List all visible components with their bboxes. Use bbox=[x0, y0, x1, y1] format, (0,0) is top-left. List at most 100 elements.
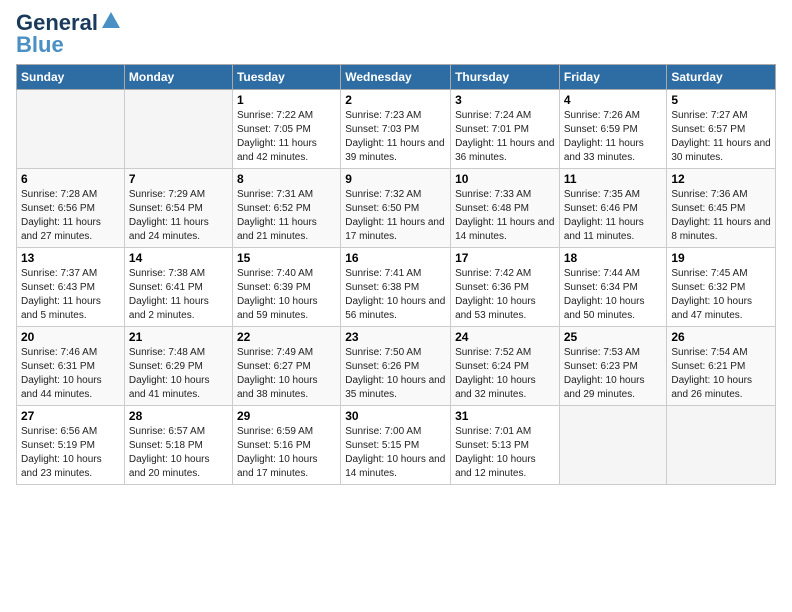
calendar-cell: 25Sunrise: 7:53 AMSunset: 6:23 PMDayligh… bbox=[559, 327, 667, 406]
day-info: Sunrise: 7:45 AMSunset: 6:32 PMDaylight:… bbox=[671, 267, 771, 323]
header: General Blue bbox=[16, 10, 776, 58]
day-number: 25 bbox=[564, 330, 663, 344]
day-info: Sunrise: 7:38 AMSunset: 6:41 PMDaylight:… bbox=[129, 267, 228, 323]
day-info: Sunrise: 7:22 AMSunset: 7:05 PMDaylight:… bbox=[237, 109, 336, 165]
weekday-header: Friday bbox=[559, 65, 667, 90]
calendar-cell: 8Sunrise: 7:31 AMSunset: 6:52 PMDaylight… bbox=[232, 169, 340, 248]
day-number: 16 bbox=[345, 251, 446, 265]
weekday-header: Thursday bbox=[451, 65, 560, 90]
day-number: 12 bbox=[671, 172, 771, 186]
day-number: 10 bbox=[455, 172, 555, 186]
day-number: 1 bbox=[237, 93, 336, 107]
day-info: Sunrise: 7:35 AMSunset: 6:46 PMDaylight:… bbox=[564, 188, 663, 244]
day-number: 27 bbox=[21, 409, 120, 423]
day-info: Sunrise: 7:28 AMSunset: 6:56 PMDaylight:… bbox=[21, 188, 120, 244]
day-number: 7 bbox=[129, 172, 228, 186]
day-number: 28 bbox=[129, 409, 228, 423]
calendar-cell: 10Sunrise: 7:33 AMSunset: 6:48 PMDayligh… bbox=[451, 169, 560, 248]
day-number: 15 bbox=[237, 251, 336, 265]
day-info: Sunrise: 7:01 AMSunset: 5:13 PMDaylight:… bbox=[455, 425, 555, 481]
weekday-header: Saturday bbox=[667, 65, 776, 90]
calendar-cell: 29 Sunrise: 6:59 AMSunset: 5:16 PMDayligh… bbox=[232, 406, 340, 485]
calendar-cell bbox=[667, 406, 776, 485]
day-info: Sunrise: 7:46 AMSunset: 6:31 PMDaylight:… bbox=[21, 346, 120, 402]
day-number: 14 bbox=[129, 251, 228, 265]
calendar-cell bbox=[559, 406, 667, 485]
calendar-cell: 5 Sunrise: 7:27 AMSunset: 6:57 PMDaylight… bbox=[667, 90, 776, 169]
calendar-cell: 26 Sunrise: 7:54 AMSunset: 6:21 PMDayligh… bbox=[667, 327, 776, 406]
day-info: Sunrise: 7:44 AMSunset: 6:34 PMDaylight:… bbox=[564, 267, 663, 323]
day-info: Sunrise: 6:57 AMSunset: 5:18 PMDaylight:… bbox=[129, 425, 228, 481]
calendar-cell: 12 Sunrise: 7:36 AMSunset: 6:45 PMDayligh… bbox=[667, 169, 776, 248]
logo-blue: Blue bbox=[16, 32, 64, 58]
calendar-cell: 30Sunrise: 7:00 AMSunset: 5:15 PMDayligh… bbox=[341, 406, 451, 485]
calendar-cell: 27 Sunrise: 6:56 AMSunset: 5:19 PMDayligh… bbox=[17, 406, 125, 485]
day-number: 9 bbox=[345, 172, 446, 186]
day-number: 2 bbox=[345, 93, 446, 107]
calendar-cell: 20 Sunrise: 7:46 AMSunset: 6:31 PMDayligh… bbox=[17, 327, 125, 406]
day-number: 18 bbox=[564, 251, 663, 265]
calendar-cell: 13Sunrise: 7:37 AMSunset: 6:43 PMDayligh… bbox=[17, 248, 125, 327]
day-info: Sunrise: 7:36 AMSunset: 6:45 PMDaylight:… bbox=[671, 188, 771, 244]
day-number: 4 bbox=[564, 93, 663, 107]
calendar: SundayMondayTuesdayWednesdayThursdayFrid… bbox=[16, 64, 776, 485]
day-number: 21 bbox=[129, 330, 228, 344]
weekday-header-row: SundayMondayTuesdayWednesdayThursdayFrid… bbox=[17, 65, 776, 90]
day-info: Sunrise: 7:23 AMSunset: 7:03 PMDaylight:… bbox=[345, 109, 446, 165]
calendar-week-row: 27 Sunrise: 6:56 AMSunset: 5:19 PMDayligh… bbox=[17, 406, 776, 485]
day-info: Sunrise: 7:48 AMSunset: 6:29 PMDaylight:… bbox=[129, 346, 228, 402]
calendar-cell: 17Sunrise: 7:42 AMSunset: 6:36 PMDayligh… bbox=[451, 248, 560, 327]
day-info: Sunrise: 7:40 AMSunset: 6:39 PMDaylight:… bbox=[237, 267, 336, 323]
day-number: 31 bbox=[455, 409, 555, 423]
calendar-cell: 31 Sunrise: 7:01 AMSunset: 5:13 PMDayligh… bbox=[451, 406, 560, 485]
day-number: 29 bbox=[237, 409, 336, 423]
weekday-header: Tuesday bbox=[232, 65, 340, 90]
day-number: 6 bbox=[21, 172, 120, 186]
day-info: Sunrise: 7:37 AMSunset: 6:43 PMDaylight:… bbox=[21, 267, 120, 323]
calendar-cell bbox=[17, 90, 125, 169]
calendar-cell bbox=[124, 90, 232, 169]
weekday-header: Sunday bbox=[17, 65, 125, 90]
day-number: 3 bbox=[455, 93, 555, 107]
day-info: Sunrise: 7:41 AMSunset: 6:38 PMDaylight:… bbox=[345, 267, 446, 323]
day-info: Sunrise: 7:26 AMSunset: 6:59 PMDaylight:… bbox=[564, 109, 663, 165]
weekday-header: Monday bbox=[124, 65, 232, 90]
day-number: 20 bbox=[21, 330, 120, 344]
day-number: 26 bbox=[671, 330, 771, 344]
calendar-cell: 21 Sunrise: 7:48 AMSunset: 6:29 PMDayligh… bbox=[124, 327, 232, 406]
day-info: Sunrise: 7:54 AMSunset: 6:21 PMDaylight:… bbox=[671, 346, 771, 402]
calendar-cell: 14 Sunrise: 7:38 AMSunset: 6:41 PMDayligh… bbox=[124, 248, 232, 327]
calendar-cell: 6 Sunrise: 7:28 AMSunset: 6:56 PMDaylight… bbox=[17, 169, 125, 248]
logo-icon bbox=[100, 10, 122, 32]
calendar-cell: 18 Sunrise: 7:44 AMSunset: 6:34 PMDayligh… bbox=[559, 248, 667, 327]
weekday-header: Wednesday bbox=[341, 65, 451, 90]
calendar-week-row: 13Sunrise: 7:37 AMSunset: 6:43 PMDayligh… bbox=[17, 248, 776, 327]
day-number: 17 bbox=[455, 251, 555, 265]
day-number: 24 bbox=[455, 330, 555, 344]
calendar-cell: 24 Sunrise: 7:52 AMSunset: 6:24 PMDayligh… bbox=[451, 327, 560, 406]
calendar-cell: 15 Sunrise: 7:40 AMSunset: 6:39 PMDayligh… bbox=[232, 248, 340, 327]
calendar-week-row: 1 Sunrise: 7:22 AMSunset: 7:05 PMDaylight… bbox=[17, 90, 776, 169]
calendar-cell: 28 Sunrise: 6:57 AMSunset: 5:18 PMDayligh… bbox=[124, 406, 232, 485]
calendar-cell: 23Sunrise: 7:50 AMSunset: 6:26 PMDayligh… bbox=[341, 327, 451, 406]
calendar-cell: 9 Sunrise: 7:32 AMSunset: 6:50 PMDaylight… bbox=[341, 169, 451, 248]
day-number: 22 bbox=[237, 330, 336, 344]
day-info: Sunrise: 7:29 AMSunset: 6:54 PMDaylight:… bbox=[129, 188, 228, 244]
calendar-cell: 2 Sunrise: 7:23 AMSunset: 7:03 PMDaylight… bbox=[341, 90, 451, 169]
calendar-cell: 16 Sunrise: 7:41 AMSunset: 6:38 PMDayligh… bbox=[341, 248, 451, 327]
logo: General Blue bbox=[16, 10, 122, 58]
calendar-week-row: 20 Sunrise: 7:46 AMSunset: 6:31 PMDayligh… bbox=[17, 327, 776, 406]
calendar-cell: 1 Sunrise: 7:22 AMSunset: 7:05 PMDaylight… bbox=[232, 90, 340, 169]
calendar-cell: 7 Sunrise: 7:29 AMSunset: 6:54 PMDaylight… bbox=[124, 169, 232, 248]
day-info: Sunrise: 7:52 AMSunset: 6:24 PMDaylight:… bbox=[455, 346, 555, 402]
day-number: 19 bbox=[671, 251, 771, 265]
day-info: Sunrise: 6:59 AMSunset: 5:16 PMDaylight:… bbox=[237, 425, 336, 481]
day-number: 5 bbox=[671, 93, 771, 107]
calendar-cell: 19 Sunrise: 7:45 AMSunset: 6:32 PMDayligh… bbox=[667, 248, 776, 327]
day-info: Sunrise: 7:32 AMSunset: 6:50 PMDaylight:… bbox=[345, 188, 446, 244]
day-info: Sunrise: 6:56 AMSunset: 5:19 PMDaylight:… bbox=[21, 425, 120, 481]
day-info: Sunrise: 7:24 AMSunset: 7:01 PMDaylight:… bbox=[455, 109, 555, 165]
day-number: 30 bbox=[345, 409, 446, 423]
calendar-cell: 22Sunrise: 7:49 AMSunset: 6:27 PMDayligh… bbox=[232, 327, 340, 406]
day-info: Sunrise: 7:27 AMSunset: 6:57 PMDaylight:… bbox=[671, 109, 771, 165]
